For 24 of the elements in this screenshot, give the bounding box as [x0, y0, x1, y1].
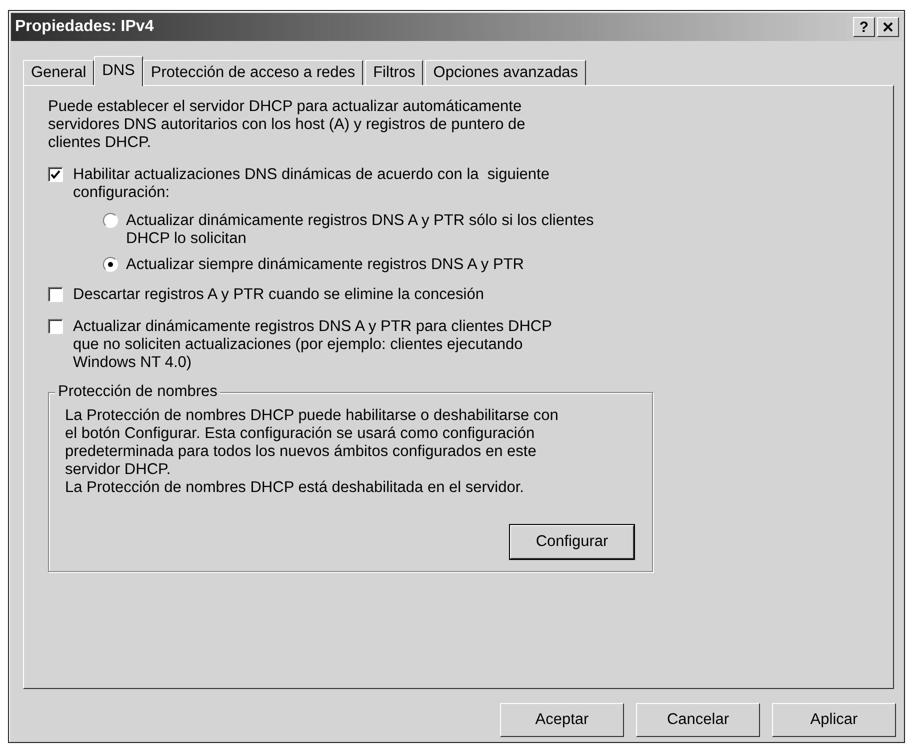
tab[interactable]: Filtros [365, 60, 424, 85]
checkbox[interactable] [48, 319, 63, 334]
radio-button[interactable] [103, 257, 118, 272]
help-button[interactable]: ? [853, 17, 875, 37]
option-label: Habilitar actualizaciones DNS dinámicas de acuerdo con la siguiente configuración: [73, 166, 550, 202]
description-text: Puede establecer el servidor DHCP para actualizar automáticamente servidores DNS autoritarios con los host (A) y registros de puntero de clientes DHCP. [48, 98, 526, 152]
dialog-button[interactable]: Cancelar [636, 703, 760, 737]
tab[interactable]: DNS [94, 56, 143, 86]
option-label: Actualizar siempre dinámicamente registros DNS A y PTR [126, 256, 524, 274]
checkbox[interactable] [48, 167, 63, 182]
group-text: La Protección de nombres DHCP puede habilitarse o deshabilitarse con el botón Configurar. Esta configuración se usará como configuración predeterminada para todos los nuevos ámbitos configurados en este servidor DHCP. La Protección de nombres DHCP está deshabilitada en el servidor. [65, 407, 560, 497]
dialog-button[interactable]: Aplicar [772, 703, 896, 737]
close-button[interactable] [877, 17, 899, 37]
window-title: Propiedades: IPv4 [15, 18, 154, 36]
close-icon [883, 22, 893, 32]
tab[interactable]: Opciones avanzadas [425, 60, 586, 85]
radio-button[interactable] [103, 213, 118, 228]
option-label: Actualizar dinámicamente registros DNS A y PTR para clientes DHCP que no soliciten actualizaciones (por ejemplo: clientes ejecutando Windows NT 4.0) [73, 318, 552, 372]
option-label: Descartar registros A y PTR cuando se elimine la concesión [73, 286, 484, 304]
dialog-button[interactable]: Aceptar [500, 703, 624, 737]
tab[interactable]: Protección de acceso a redes [142, 60, 364, 85]
checkbox[interactable] [48, 287, 63, 302]
configure-button[interactable]: Configurar [510, 525, 634, 559]
option-label: Actualizar dinámicamente registros DNS A y PTR sólo si los clientes DHCP lo solicitan [126, 212, 594, 248]
